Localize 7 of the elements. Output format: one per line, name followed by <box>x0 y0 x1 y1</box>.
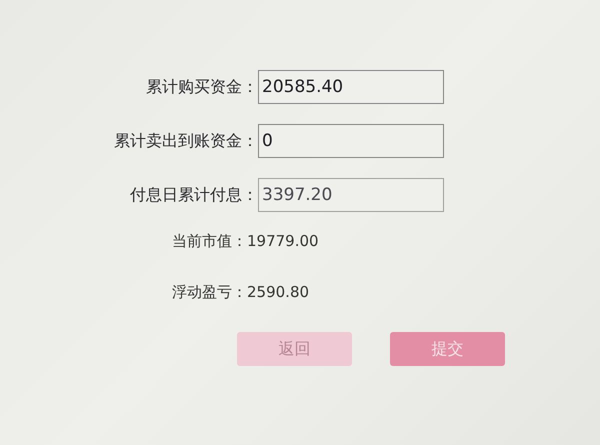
info-text: 浮动盈亏：2590.80 <box>172 283 310 302</box>
field-label: 累计购买资金： <box>146 76 258 98</box>
input-field[interactable]: 0 <box>258 124 444 158</box>
field-label: 付息日累计付息： <box>130 184 258 206</box>
input-field[interactable]: 20585.40 <box>258 70 444 104</box>
field-label: 累计卖出到账资金： <box>114 130 258 152</box>
info-text: 当前市值：19779.00 <box>172 232 320 251</box>
